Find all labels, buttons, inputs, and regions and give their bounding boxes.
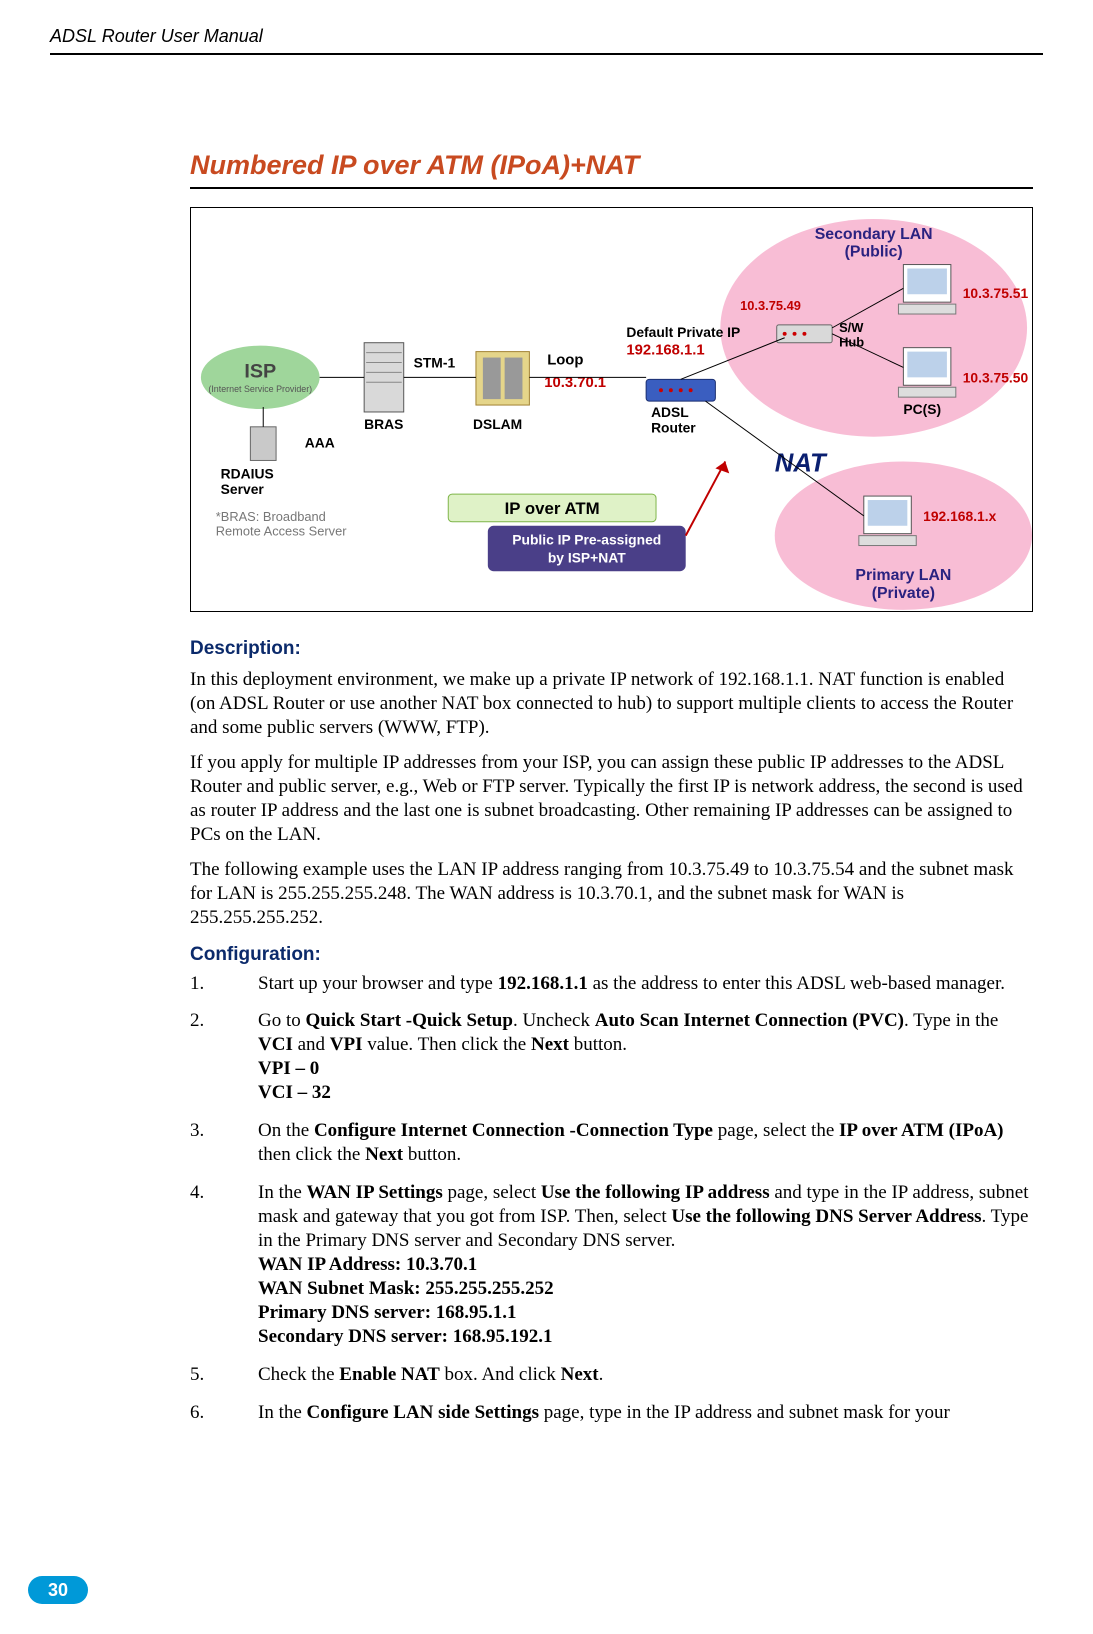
configuration-heading: Configuration:: [190, 944, 1033, 966]
step-1: Start up your browser and type 192.168.1…: [190, 972, 1033, 996]
svg-text:10.3.75.49: 10.3.75.49: [740, 298, 801, 313]
step-6: In the Configure LAN side Settings page,…: [190, 1401, 1033, 1425]
svg-text:10.3.75.50: 10.3.75.50: [963, 369, 1029, 385]
svg-text:DSLAM: DSLAM: [473, 416, 522, 432]
pc-icon: [898, 265, 955, 314]
description-p1: In this deployment environment, we make …: [190, 668, 1033, 739]
svg-text:BRAS: BRAS: [364, 416, 403, 432]
step-5: Check the Enable NAT box. And click Next…: [190, 1363, 1033, 1387]
svg-text:*BRAS: Broadband: *BRAS: Broadband: [216, 509, 326, 524]
description-p3: The following example uses the LAN IP ad…: [190, 858, 1033, 929]
network-diagram: IP over ATM Public IP Pre-assigned by IS…: [190, 207, 1033, 612]
pc-icon: [898, 348, 955, 397]
svg-text:(Internet Service Provider): (Internet Service Provider): [208, 384, 312, 394]
svg-text:PC(S): PC(S): [903, 401, 941, 417]
svg-text:Remote Access Server: Remote Access Server: [216, 524, 348, 539]
description-p2: If you apply for multiple IP addresses f…: [190, 751, 1033, 846]
svg-text:(Private): (Private): [872, 585, 935, 602]
section-title: Numbered IP over ATM (IPoA)+NAT: [190, 150, 1033, 189]
svg-text:Loop: Loop: [547, 352, 583, 368]
svg-text:Public IP Pre-assigned: Public IP Pre-assigned: [512, 532, 661, 548]
page: ADSL Router User Manual Numbered IP over…: [0, 0, 1093, 1634]
svg-text:RDAIUS: RDAIUS: [221, 465, 274, 481]
content-area: Numbered IP over ATM (IPoA)+NAT IP over …: [190, 55, 1033, 1425]
pc-icon: [859, 496, 916, 545]
svg-text:10.3.75.51: 10.3.75.51: [963, 285, 1029, 301]
svg-text:ADSL: ADSL: [651, 404, 689, 420]
step-3: On the Configure Internet Connection -Co…: [190, 1119, 1033, 1167]
svg-text:192.168.1.x: 192.168.1.x: [923, 508, 996, 524]
svg-text:Primary LAN: Primary LAN: [855, 567, 951, 584]
svg-text:ISP: ISP: [244, 360, 276, 382]
svg-text:(Public): (Public): [845, 244, 903, 261]
svg-text:Server: Server: [221, 481, 265, 497]
step-4: In the WAN IP Settings page, select Use …: [190, 1181, 1033, 1349]
svg-text:Secondary LAN: Secondary LAN: [815, 226, 933, 243]
ipoa-label: IP over ATM: [505, 499, 600, 518]
description-heading: Description:: [190, 638, 1033, 660]
page-number: 30: [28, 1576, 88, 1604]
svg-text:Router: Router: [651, 420, 696, 436]
svg-text:Default Private IP: Default Private IP: [626, 324, 740, 340]
running-header: ADSL Router User Manual: [50, 26, 1043, 55]
svg-text:NAT: NAT: [775, 449, 828, 477]
configuration-steps: Start up your browser and type 192.168.1…: [190, 972, 1033, 1425]
svg-text:AAA: AAA: [305, 435, 335, 451]
svg-text:STM-1: STM-1: [414, 354, 456, 370]
svg-text:192.168.1.1: 192.168.1.1: [626, 343, 704, 359]
step-2: Go to Quick Start -Quick Setup. Uncheck …: [190, 1009, 1033, 1105]
svg-text:by ISP+NAT: by ISP+NAT: [548, 549, 626, 565]
